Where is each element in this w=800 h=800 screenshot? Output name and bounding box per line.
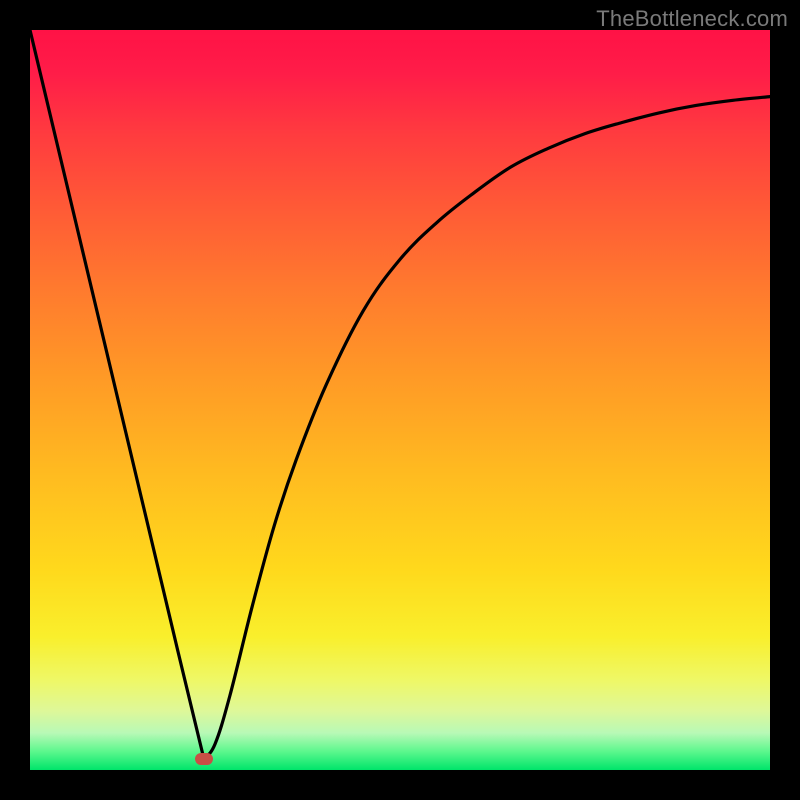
optimal-point-marker <box>195 753 213 765</box>
chart-area <box>30 30 770 770</box>
watermark-text: TheBottleneck.com <box>596 6 788 32</box>
bottleneck-curve <box>30 30 770 759</box>
chart-svg <box>30 30 770 770</box>
